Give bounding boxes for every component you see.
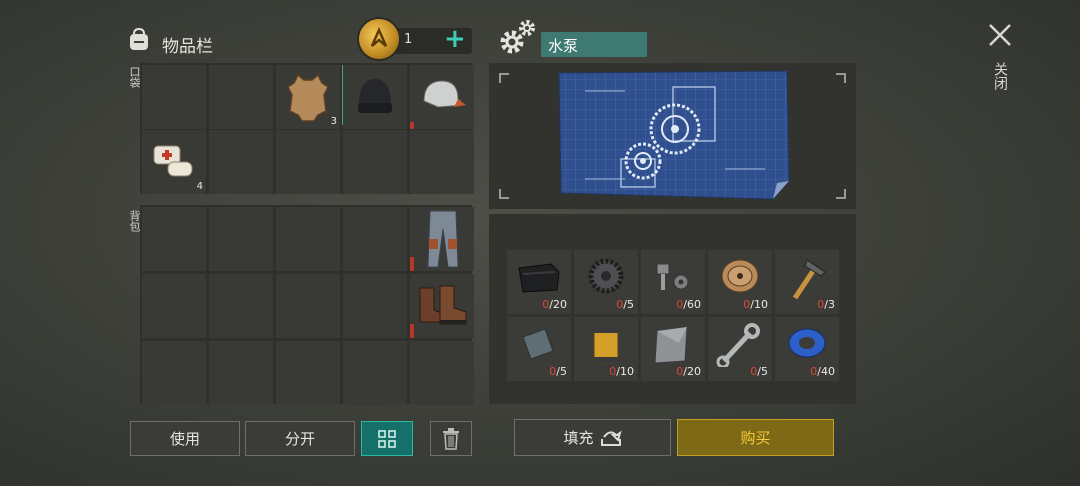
material-slot[interactable]: 0/3 [775,250,839,314]
durability-bar [410,257,414,271]
inventory-title: 物品栏 [162,37,213,57]
pocket-slot[interactable] [276,130,340,194]
pants-icon [427,210,459,268]
frame-corner [499,189,509,199]
backpack-slot[interactable] [276,207,340,271]
material-need: /20 [683,365,701,378]
backpack-slot[interactable] [276,274,340,338]
material-need: /10 [616,365,634,378]
pocket-slot[interactable] [209,65,273,129]
material-need: /60 [683,298,701,311]
backpack-slot[interactable] [209,341,273,405]
pocket-slot[interactable] [343,130,407,194]
material-need: /40 [817,365,835,378]
pocket-slot-cap[interactable] [410,65,474,129]
craft-title: 水泵 [548,37,579,55]
frame-corner [499,73,509,83]
currency-count: 1 [404,32,413,47]
durability-bar [410,324,414,338]
baseball-cap-icon [423,80,466,108]
wire-spool-icon [721,259,759,293]
pocket-slot[interactable] [410,130,474,194]
material-need: /20 [549,298,567,311]
oil-filter-icon [593,326,619,364]
close-label[interactable]: 关闭 [990,62,1010,90]
fill-button[interactable]: 填充 [514,419,671,456]
backpack-slot[interactable] [343,274,407,338]
backpack-slot-pants[interactable] [410,207,474,271]
pocket-slot-bandage[interactable]: 4 [142,130,206,194]
add-currency-button[interactable]: + [444,24,466,54]
beanie-hat-icon [358,79,392,113]
metal-plate-icon [522,328,554,360]
material-need: /5 [623,298,634,311]
trash-button[interactable] [430,421,472,456]
material-slot[interactable]: 0/5 [574,250,638,314]
material-slot[interactable]: 0/40 [775,317,839,381]
backpack-slot[interactable] [410,341,474,405]
material-slot[interactable]: 0/10 [708,250,772,314]
material-slot[interactable]: 0/5 [507,317,571,381]
backpack-slot[interactable] [209,207,273,271]
buy-button[interactable]: 购买 [677,419,834,456]
material-need: /3 [824,298,835,311]
backpack-slot[interactable] [142,341,206,405]
frame-corner [836,189,846,199]
item-count: 3 [330,116,337,127]
wrench-icon [716,323,760,367]
backpack-slot[interactable] [276,341,340,405]
leather-hide-icon [287,73,329,122]
backpack-slot[interactable] [209,274,273,338]
blueprint-image [558,70,790,200]
backpack-slot[interactable] [142,207,206,271]
crafting-gears-icon [500,20,535,54]
backpack-slot[interactable] [343,207,407,271]
rubber-sheet-icon [518,263,560,293]
material-slot[interactable]: 0/10 [574,317,638,381]
boots-icon [419,285,467,325]
pocket-slot-beanie[interactable] [343,65,407,129]
pocket-slot-leather[interactable]: 3 [276,65,340,129]
backpack-slot[interactable] [343,341,407,405]
trash-icon [443,427,459,450]
frame-corner [836,73,846,83]
split-button[interactable]: 分开 [245,421,355,456]
blueprint-panel [489,63,856,209]
material-need: /10 [750,298,768,311]
pocket-slot[interactable] [142,65,206,129]
material-need: /5 [556,365,567,378]
duct-tape-icon [788,328,826,358]
backpack-slot[interactable] [142,274,206,338]
close-icon[interactable] [985,20,1015,50]
sort-grid-button[interactable] [361,421,413,456]
gold-coin-icon [357,17,401,61]
steel-sheet-icon [654,326,688,364]
item-count: 4 [196,181,203,192]
gear-part-icon [588,258,624,294]
material-slot[interactable]: 0/5 [708,317,772,381]
material-need: /5 [757,365,768,378]
bolt-nut-icon [656,263,689,290]
material-slot[interactable]: 0/20 [507,250,571,314]
use-button[interactable]: 使用 [130,421,240,456]
backpack-slot-boots[interactable] [410,274,474,338]
grid-icon [378,429,396,448]
fill-label: 填充 [563,429,594,447]
fill-arrow-icon [600,430,622,446]
bandage-icon [153,145,193,177]
pocket-slot[interactable] [209,130,273,194]
material-slot[interactable]: 0/20 [641,317,705,381]
hammer-icon [792,259,826,300]
material-slot[interactable]: 0/60 [641,250,705,314]
backpack-icon [130,27,148,50]
durability-bar [410,122,414,129]
